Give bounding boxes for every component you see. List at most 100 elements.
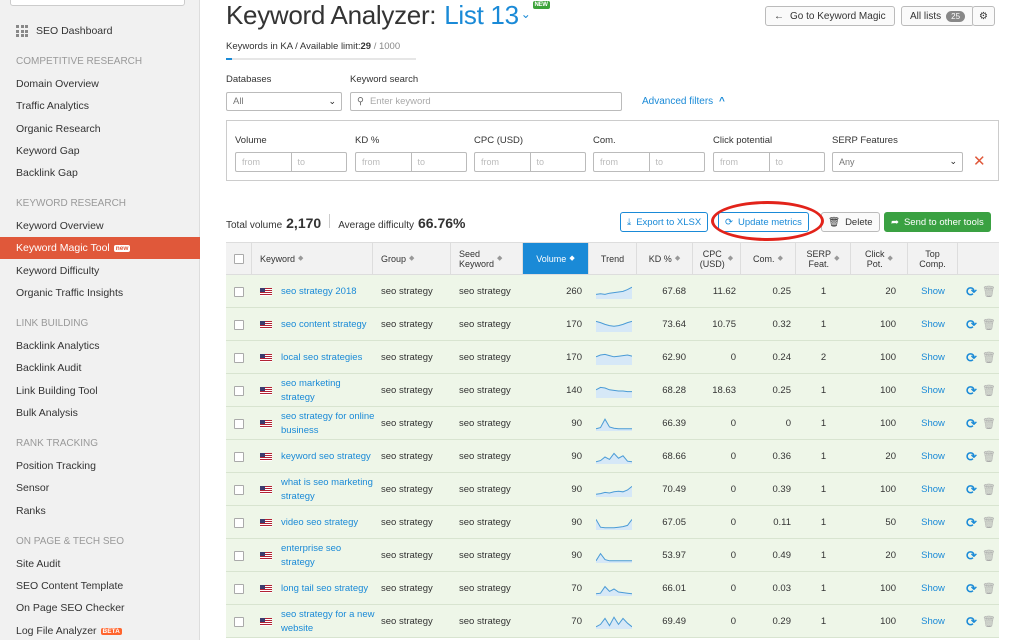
filter-cpc-range[interactable]: from to xyxy=(474,152,586,172)
advanced-filters-toggle[interactable]: Advanced filters ^ xyxy=(642,96,725,107)
sidebar-item-traffic-analytics[interactable]: Traffic Analytics xyxy=(16,100,89,112)
show-competitors-link[interactable]: Show xyxy=(908,440,958,473)
trash-icon[interactable]: 🗑 xyxy=(982,318,996,331)
keyword-link[interactable]: seo strategy for a new website xyxy=(281,605,376,638)
trash-icon[interactable]: 🗑 xyxy=(982,384,996,397)
keyword-link[interactable]: keyword seo strategy xyxy=(281,440,376,473)
row-checkbox-cell[interactable] xyxy=(234,407,244,440)
keyword-link[interactable]: enterprise seo strategy xyxy=(281,539,376,572)
sidebar-item-keyword-magic-tool[interactable]: Keyword Magic Tool new xyxy=(0,237,200,259)
show-competitors-link[interactable]: Show xyxy=(908,341,958,374)
sidebar-item-domain-overview[interactable]: Domain Overview xyxy=(16,78,99,90)
sidebar-item-keyword-gap[interactable]: Keyword Gap xyxy=(16,145,80,157)
refresh-icon[interactable]: ⟳ xyxy=(966,581,977,597)
keyword-link[interactable]: long tail seo strategy xyxy=(281,572,376,605)
send-to-other-tools-button[interactable]: ➦ Send to other tools xyxy=(884,212,991,232)
refresh-icon[interactable]: ⟳ xyxy=(966,449,977,465)
sidebar-item-keyword-overview[interactable]: Keyword Overview xyxy=(16,220,104,232)
show-competitors-link[interactable]: Show xyxy=(908,572,958,605)
refresh-icon[interactable]: ⟳ xyxy=(966,317,977,333)
chevron-down-icon[interactable]: ⌄ xyxy=(521,7,531,21)
range-from[interactable]: from xyxy=(236,153,291,171)
filter-volume-range[interactable]: from to xyxy=(235,152,347,172)
column-kd[interactable]: KD % ◆ xyxy=(637,243,693,274)
keyword-link[interactable]: seo content strategy xyxy=(281,308,376,341)
row-checkbox-cell[interactable] xyxy=(234,473,244,506)
trash-icon[interactable]: 🗑 xyxy=(982,549,996,562)
range-from[interactable]: from xyxy=(475,153,530,171)
sidebar-item-bulk-analysis[interactable]: Bulk Analysis xyxy=(16,407,78,419)
range-to[interactable]: to xyxy=(529,153,586,171)
range-from[interactable]: from xyxy=(356,153,411,171)
row-checkbox-cell[interactable] xyxy=(234,605,244,638)
sidebar-item-backlink-audit[interactable]: Backlink Audit xyxy=(16,362,81,374)
sidebar-item-log-file-analyzer[interactable]: Log File Analyzer BETA xyxy=(16,625,122,637)
row-checkbox[interactable] xyxy=(234,286,244,297)
keyword-link[interactable]: local seo strategies xyxy=(281,341,376,374)
row-checkbox[interactable] xyxy=(234,550,244,561)
trash-icon[interactable]: 🗑 xyxy=(982,615,996,628)
column-click-potential[interactable]: Click Pot. ◆ xyxy=(851,243,908,274)
show-competitors-link[interactable]: Show xyxy=(908,473,958,506)
close-icon[interactable]: ✕ xyxy=(973,152,986,170)
column-cpc[interactable]: CPC (USD) ◆ xyxy=(693,243,741,274)
row-checkbox[interactable] xyxy=(234,517,244,528)
select-all-checkbox[interactable] xyxy=(233,253,244,264)
range-to[interactable]: to xyxy=(290,153,347,171)
sidebar-item-site-audit[interactable]: Site Audit xyxy=(16,558,60,570)
refresh-icon[interactable]: ⟳ xyxy=(966,614,977,630)
show-competitors-link[interactable]: Show xyxy=(908,275,958,308)
row-checkbox-cell[interactable] xyxy=(234,572,244,605)
row-checkbox-cell[interactable] xyxy=(234,539,244,572)
show-competitors-link[interactable]: Show xyxy=(908,605,958,638)
column-trend[interactable]: Trend xyxy=(589,243,637,274)
trash-icon[interactable]: 🗑 xyxy=(982,417,996,430)
sidebar-item-backlink-gap[interactable]: Backlink Gap xyxy=(16,167,78,179)
sidebar-item-organic-research[interactable]: Organic Research xyxy=(16,123,101,135)
filter-com-range[interactable]: from to xyxy=(593,152,705,172)
list-selector[interactable]: List 13 xyxy=(444,0,519,30)
row-checkbox[interactable] xyxy=(234,583,244,594)
sidebar-item-backlink-analytics[interactable]: Backlink Analytics xyxy=(16,340,99,352)
trash-icon[interactable]: 🗑 xyxy=(982,351,996,364)
go-to-keyword-magic-button[interactable]: ← Go to Keyword Magic xyxy=(765,6,895,26)
refresh-icon[interactable]: ⟳ xyxy=(966,548,977,564)
keyword-search-input[interactable]: ⚲ Enter keyword xyxy=(350,92,622,111)
sidebar-item-sensor[interactable]: Sensor xyxy=(16,482,49,494)
row-checkbox-cell[interactable] xyxy=(234,341,244,374)
sidebar-item-ranks[interactable]: Ranks xyxy=(16,505,46,517)
row-checkbox[interactable] xyxy=(234,319,244,330)
range-to[interactable]: to xyxy=(410,153,467,171)
sidebar-item-seo-dashboard[interactable]: SEO Dashboard xyxy=(16,25,112,37)
row-checkbox-cell[interactable] xyxy=(234,374,244,407)
row-checkbox[interactable] xyxy=(234,451,244,462)
trash-icon[interactable]: 🗑 xyxy=(982,516,996,529)
keyword-link[interactable]: video seo strategy xyxy=(281,506,376,539)
column-group[interactable]: Group ◆ xyxy=(373,243,451,274)
column-seed-keyword[interactable]: Seed Keyword ◆ xyxy=(451,243,523,274)
range-from[interactable]: from xyxy=(714,153,769,171)
sidebar-search-input[interactable] xyxy=(10,0,185,6)
databases-select[interactable]: All ⌄ xyxy=(226,92,342,111)
refresh-icon[interactable]: ⟳ xyxy=(966,350,977,366)
range-to[interactable]: to xyxy=(648,153,705,171)
sidebar-item-on-page-seo-checker[interactable]: On Page SEO Checker xyxy=(16,602,125,614)
row-checkbox-cell[interactable] xyxy=(234,308,244,341)
refresh-icon[interactable]: ⟳ xyxy=(966,383,977,399)
filter-kd-range[interactable]: from to xyxy=(355,152,467,172)
range-from[interactable]: from xyxy=(594,153,649,171)
show-competitors-link[interactable]: Show xyxy=(908,407,958,440)
sidebar-item-link-building-tool[interactable]: Link Building Tool xyxy=(16,385,98,397)
refresh-icon[interactable]: ⟳ xyxy=(966,515,977,531)
column-keyword[interactable]: Keyword ◆ xyxy=(252,243,373,274)
column-top-competitors[interactable]: Top Comp. xyxy=(908,243,958,274)
trash-icon[interactable]: 🗑 xyxy=(982,582,996,595)
refresh-icon[interactable]: ⟳ xyxy=(966,284,977,300)
row-checkbox[interactable] xyxy=(234,418,244,429)
show-competitors-link[interactable]: Show xyxy=(908,539,958,572)
column-serp-features[interactable]: SERP Feat. ◆ xyxy=(796,243,851,274)
trash-icon[interactable]: 🗑 xyxy=(982,450,996,463)
row-checkbox[interactable] xyxy=(234,484,244,495)
keyword-link[interactable]: what is seo marketing strategy xyxy=(281,473,376,506)
all-lists-button[interactable]: All lists 25 xyxy=(901,6,975,26)
